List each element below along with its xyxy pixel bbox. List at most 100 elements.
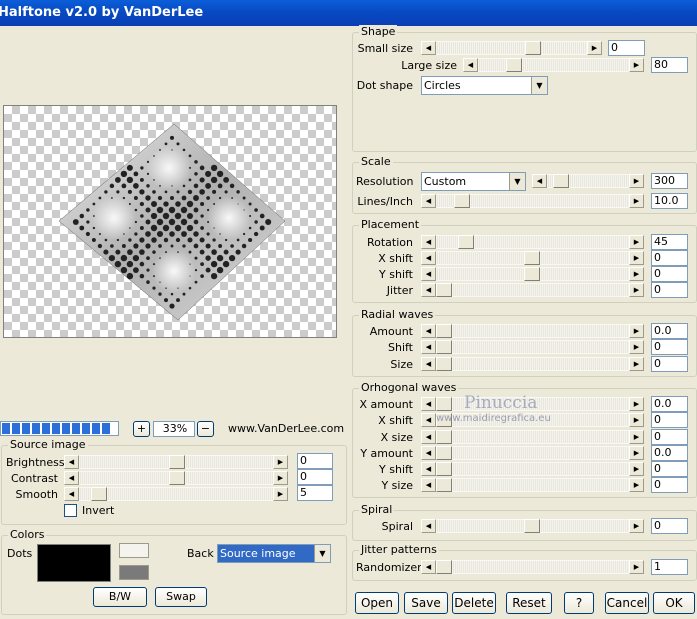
zoom-out-button[interactable]: −: [197, 421, 214, 437]
halftone-dot: [152, 250, 156, 254]
contrast-value[interactable]: 0: [297, 469, 333, 485]
brightness-slider[interactable]: ◀ ▶: [64, 455, 288, 469]
ortho-x-amount-value[interactable]: 0.0: [651, 396, 688, 412]
lines-inch-label: Lines/Inch: [357, 195, 413, 208]
y-shift-slider[interactable]: ◀ ▶: [421, 267, 644, 281]
chevron-down-icon[interactable]: ▼: [509, 173, 525, 190]
halftone-dot: [194, 280, 198, 284]
smooth-slider[interactable]: ◀ ▶: [64, 487, 288, 501]
halftone-dot: [132, 254, 140, 262]
ortho-x-size-slider[interactable]: ◀ ▶: [421, 430, 644, 444]
halftone-dot: [171, 149, 173, 151]
radial-shift-value[interactable]: 0: [651, 339, 688, 355]
halftone-dot: [121, 244, 126, 248]
rotation-value[interactable]: 45: [651, 234, 688, 250]
resolution-value[interactable]: 300: [651, 173, 688, 189]
help-button[interactable]: ?: [564, 592, 594, 614]
jitter-value[interactable]: 0: [651, 282, 688, 298]
halftone-dot: [219, 196, 222, 200]
contrast-slider[interactable]: ◀ ▶: [64, 471, 288, 485]
reset-button[interactable]: Reset: [506, 592, 552, 614]
zoom-level[interactable]: 33%: [153, 421, 195, 437]
lines-inch-value[interactable]: 10.0: [651, 193, 688, 209]
jitter-slider[interactable]: ◀ ▶: [421, 283, 644, 297]
rotation-slider[interactable]: ◀ ▶: [421, 235, 644, 249]
radial-amount-slider[interactable]: ◀ ▶: [421, 324, 644, 338]
x-shift-slider[interactable]: ◀ ▶: [421, 251, 644, 265]
halftone-dot: [92, 202, 96, 206]
halftone-dot: [205, 182, 212, 189]
halftone-dot: [236, 238, 240, 242]
delete-button[interactable]: Delete: [452, 592, 496, 614]
halftone-dot: [199, 189, 205, 195]
halftone-dot: [116, 238, 120, 242]
smooth-value[interactable]: 5: [297, 485, 333, 501]
halftone-dot: [159, 257, 161, 259]
ortho-x-shift-value[interactable]: 0: [651, 412, 688, 428]
chevron-down-icon[interactable]: ▼: [531, 77, 547, 94]
halftone-dot: [200, 274, 204, 278]
ortho-y-shift-slider[interactable]: ◀ ▶: [421, 462, 644, 476]
halftone-dot: [237, 203, 239, 205]
randomizer-value[interactable]: 1: [651, 559, 688, 575]
ortho-y-shift-value[interactable]: 0: [651, 461, 688, 477]
radial-size-slider[interactable]: ◀ ▶: [421, 357, 644, 371]
halftone-dot: [217, 183, 223, 189]
y-shift-value[interactable]: 0: [651, 266, 688, 282]
resolution-select[interactable]: Custom ▼: [421, 172, 526, 191]
ortho-y-amount-slider[interactable]: ◀ ▶: [421, 446, 644, 460]
ortho-y-amount-value[interactable]: 0.0: [651, 445, 688, 461]
preview-canvas[interactable]: [3, 105, 337, 338]
halftone-dot: [165, 287, 167, 289]
swap-button[interactable]: Swap: [155, 587, 207, 607]
small-size-value[interactable]: 0: [608, 40, 645, 56]
large-size-slider[interactable]: ◀ ▶: [463, 58, 644, 72]
halftone-dot: [169, 231, 175, 237]
halftone-dot: [193, 195, 199, 201]
save-button[interactable]: Save: [404, 592, 448, 614]
brightness-value[interactable]: 0: [297, 453, 333, 469]
x-shift-value[interactable]: 0: [651, 250, 688, 266]
large-size-value[interactable]: 80: [651, 57, 688, 73]
resolution-slider[interactable]: ◀ ▶: [532, 174, 644, 188]
website-link[interactable]: www.VanDerLee.com: [228, 422, 344, 435]
back-select[interactable]: Source image ▼: [217, 544, 331, 563]
shape-title: Shape: [359, 25, 398, 38]
radial-amount-value[interactable]: 0.0: [651, 323, 688, 339]
ortho-y-size-value[interactable]: 0: [651, 477, 688, 493]
halftone-dot: [170, 244, 174, 248]
dots-color-swatch[interactable]: [37, 544, 111, 582]
dots-gray-swatch[interactable]: [119, 565, 149, 580]
halftone-dot: [205, 255, 211, 261]
small-size-slider[interactable]: ◀ ▶: [421, 41, 602, 55]
halftone-dot: [242, 232, 246, 236]
spiral-slider[interactable]: ◀ ▶: [421, 519, 644, 533]
zoom-in-button[interactable]: +: [133, 421, 150, 437]
halftone-dot: [86, 208, 90, 212]
open-button[interactable]: Open: [355, 592, 399, 614]
radial-shift-slider[interactable]: ◀ ▶: [421, 340, 644, 354]
halftone-dot: [139, 273, 145, 279]
halftone-dot: [98, 196, 102, 200]
halftone-dot: [218, 244, 223, 248]
dots-light-swatch[interactable]: [119, 543, 149, 558]
halftone-dot: [163, 298, 169, 303]
halftone-dot: [151, 237, 157, 243]
halftone-dot: [186, 200, 194, 208]
spiral-value[interactable]: 0: [651, 518, 688, 534]
invert-checkbox[interactable]: [64, 504, 77, 517]
radial-size-value[interactable]: 0: [651, 356, 688, 372]
ortho-x-size-value[interactable]: 0: [651, 429, 688, 445]
bw-button[interactable]: B/W: [93, 587, 147, 607]
ok-button[interactable]: OK: [653, 592, 695, 614]
lines-inch-slider[interactable]: ◀ ▶: [421, 194, 644, 208]
halftone-dot: [194, 268, 198, 272]
dot-shape-select[interactable]: Circles ▼: [421, 76, 548, 95]
halftone-dot: [199, 165, 205, 171]
ortho-y-size-slider[interactable]: ◀ ▶: [421, 478, 644, 492]
randomizer-slider[interactable]: ◀ ▶: [421, 560, 644, 574]
progress-segment: [92, 423, 100, 434]
halftone-dot: [213, 227, 215, 229]
chevron-down-icon[interactable]: ▼: [314, 545, 330, 562]
cancel-button[interactable]: Cancel: [605, 592, 649, 614]
